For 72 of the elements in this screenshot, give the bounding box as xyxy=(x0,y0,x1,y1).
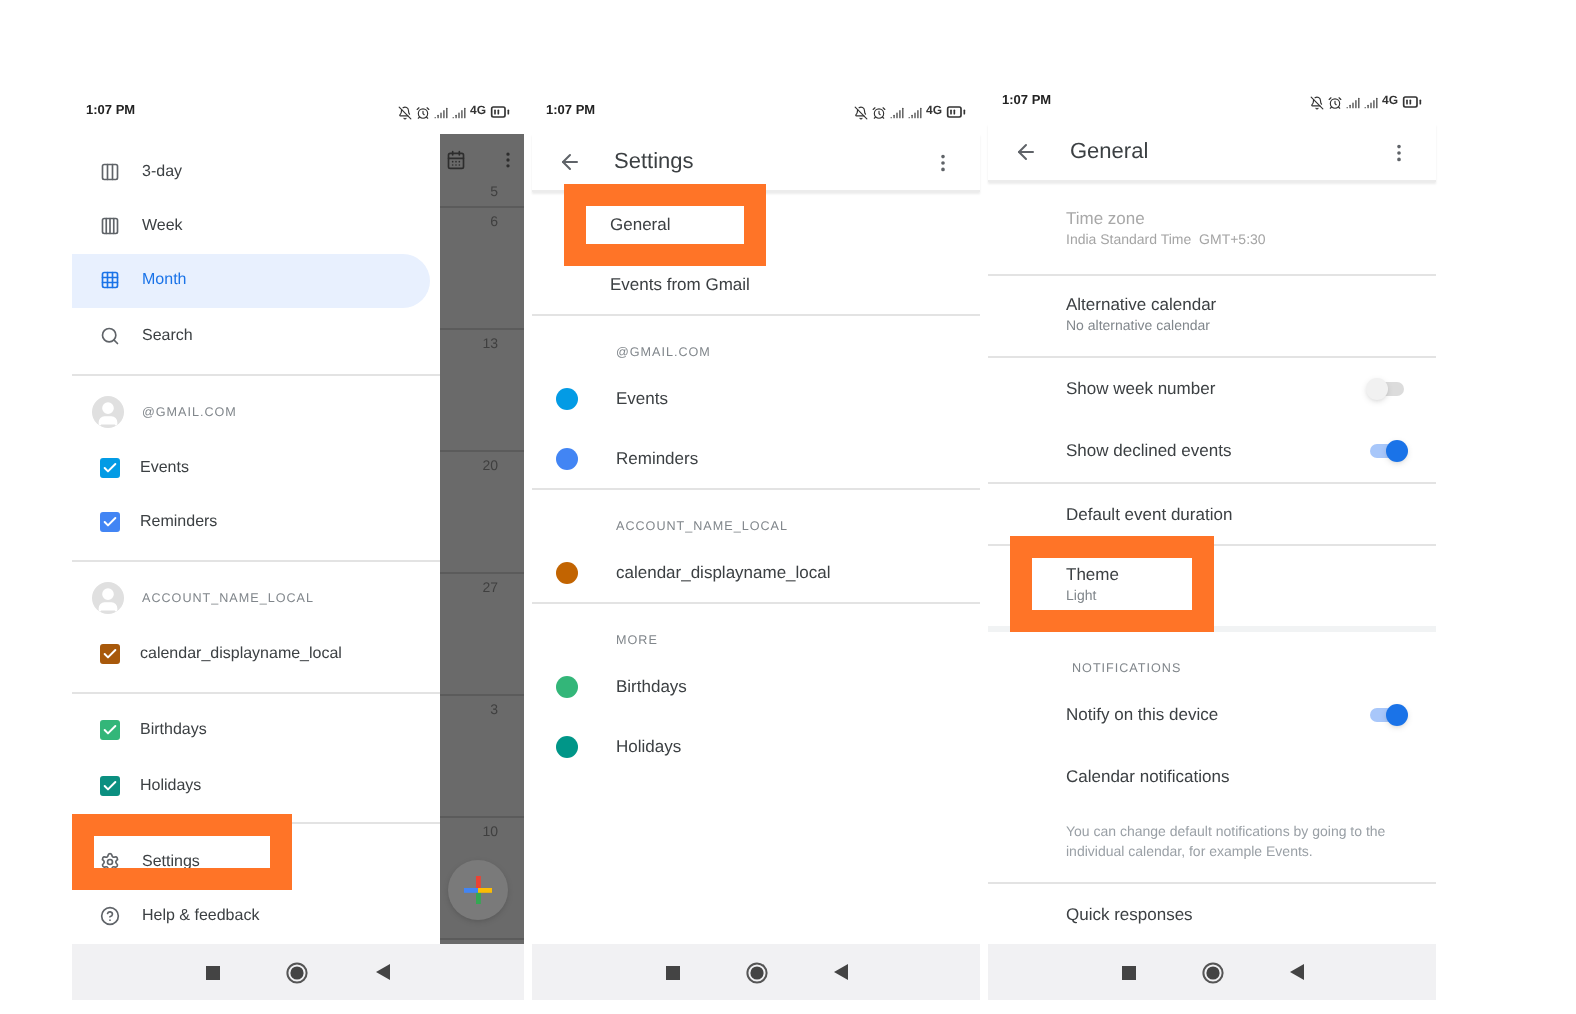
avatar xyxy=(92,396,124,429)
recents-button[interactable] xyxy=(205,965,220,979)
signal-icon xyxy=(889,105,904,119)
calendar-item[interactable]: Reminders xyxy=(532,428,980,488)
plus-icon xyxy=(464,876,492,904)
battery-icon xyxy=(946,102,966,122)
back-button[interactable] xyxy=(833,964,847,980)
bell-off-icon xyxy=(1309,95,1324,109)
signal-icon xyxy=(1345,95,1360,109)
drawer-item[interactable]: Month xyxy=(72,253,430,309)
bell-off-icon xyxy=(853,105,868,119)
calendar-label[interactable]: Reminders xyxy=(140,510,218,535)
battery-icon xyxy=(1402,92,1422,112)
avatar xyxy=(92,582,124,615)
calendar-label[interactable]: Birthdays xyxy=(140,718,207,743)
checkbox[interactable] xyxy=(100,775,120,796)
calendar-label[interactable]: calendar_displayname_local xyxy=(140,641,342,666)
calendar-item[interactable]: Birthdays xyxy=(532,656,980,716)
back-button[interactable] xyxy=(1289,964,1303,980)
calendar-item[interactable]: Holidays xyxy=(532,716,980,776)
home-button[interactable] xyxy=(1201,961,1223,983)
alarm-icon xyxy=(415,105,430,119)
battery-icon xyxy=(490,102,510,122)
setting-label[interactable]: Calendar notifications xyxy=(1066,763,1230,789)
calendar-item[interactable]: calendar_displayname_local xyxy=(532,542,980,602)
drawer-item[interactable]: Week xyxy=(72,198,430,254)
toggle-switch[interactable] xyxy=(1370,382,1404,396)
settings-icon xyxy=(100,851,120,872)
setting-label: Notify on this device xyxy=(1066,702,1219,728)
calendar-item[interactable]: Events xyxy=(532,368,980,428)
signal-icon xyxy=(1363,95,1378,109)
calendar-label[interactable]: Events xyxy=(140,455,189,480)
help-icon xyxy=(100,906,120,927)
drawer-item[interactable]: 3-day xyxy=(72,144,430,199)
checkbox[interactable] xyxy=(100,643,120,664)
back-button[interactable] xyxy=(376,964,391,980)
home-button[interactable] xyxy=(745,961,767,983)
alarm-icon xyxy=(871,105,886,119)
setting-label: Show declined events xyxy=(1066,438,1232,464)
columns-icon xyxy=(100,161,120,182)
setting-label[interactable]: Default event duration xyxy=(1066,501,1233,527)
setting-label[interactable]: Events from Gmail xyxy=(610,271,750,297)
home-button[interactable] xyxy=(286,961,309,983)
checkbox[interactable] xyxy=(100,457,120,478)
checkbox[interactable] xyxy=(100,720,120,741)
recents-button[interactable] xyxy=(665,965,679,979)
app-bar-title: Settings xyxy=(614,147,694,178)
calendar-icon[interactable] xyxy=(446,149,466,169)
toggle-switch[interactable] xyxy=(1370,708,1404,722)
bell-off-icon xyxy=(397,105,412,119)
signal-icon xyxy=(907,105,922,119)
back-arrow-icon[interactable] xyxy=(558,150,582,174)
grid-icon xyxy=(100,270,120,291)
calendar-label[interactable]: Holidays xyxy=(140,773,202,798)
search-icon xyxy=(100,325,120,346)
drawer-item[interactable]: Settings xyxy=(72,834,430,890)
drawer-item[interactable]: Help & feedback xyxy=(72,889,430,945)
setting-label[interactable]: Alternative calendar xyxy=(1066,292,1217,319)
setting-label: Show week number xyxy=(1066,376,1216,402)
app-bar-title: General xyxy=(1070,137,1149,168)
columns-icon xyxy=(100,216,120,237)
checkbox[interactable] xyxy=(100,512,120,533)
recents-button[interactable] xyxy=(1121,965,1135,979)
drawer-item[interactable]: Search xyxy=(72,308,430,364)
setting-label[interactable]: Quick responses xyxy=(1066,901,1193,927)
back-arrow-icon[interactable] xyxy=(1014,140,1038,164)
setting-label[interactable]: Theme xyxy=(1066,562,1119,589)
toggle-switch[interactable] xyxy=(1370,444,1404,458)
alarm-icon xyxy=(1327,95,1342,109)
signal-icon xyxy=(433,105,448,119)
setting-label[interactable]: General xyxy=(610,211,671,237)
signal-icon xyxy=(451,105,466,119)
